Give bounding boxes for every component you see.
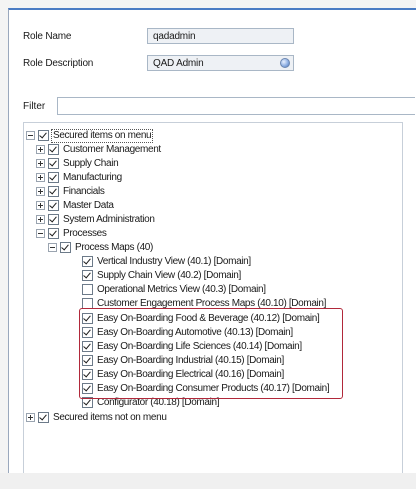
tree-node-label[interactable]: Secured items not on menu: [52, 412, 168, 424]
checkbox-customer-management[interactable]: [48, 144, 59, 155]
tree-node-food-beverage[interactable]: Easy On-Boarding Food & Beverage (40.12)…: [82, 312, 320, 325]
tree-node-label[interactable]: Operational Metrics View (40.3) [Domain]: [96, 284, 267, 296]
checkbox-operational-metrics-view[interactable]: [82, 284, 93, 295]
role-description-label: Role Description: [23, 58, 94, 69]
tree-node-process-maps[interactable]: Process Maps (40): [48, 241, 154, 254]
expand-icon[interactable]: [26, 413, 35, 422]
expand-icon[interactable]: [36, 145, 45, 154]
checkbox-processes[interactable]: [48, 228, 59, 239]
tree-node-manufacturing[interactable]: Manufacturing: [36, 171, 123, 184]
tree-node-label[interactable]: Master Data: [62, 200, 115, 212]
tree-node-label[interactable]: Manufacturing: [62, 172, 123, 184]
tree-node-label[interactable]: Secured items on menu: [50, 128, 154, 143]
tree-node-label[interactable]: Easy On-Boarding Automotive (40.13) [Dom…: [96, 327, 294, 339]
checkbox-automotive[interactable]: [82, 327, 93, 338]
tree-node-master-data[interactable]: Master Data: [36, 199, 115, 212]
tree-node-label[interactable]: System Administration: [62, 214, 156, 226]
tree-node-life-sciences[interactable]: Easy On-Boarding Life Sciences (40.14) […: [82, 340, 303, 353]
filter-input[interactable]: [57, 97, 415, 115]
tree-node-label[interactable]: Financials: [62, 186, 106, 198]
role-name-label: Role Name: [23, 31, 72, 42]
tree-node-customer-engagement-process-maps[interactable]: Customer Engagement Process Maps (40.10)…: [82, 297, 327, 310]
tree-node-electrical[interactable]: Easy On-Boarding Electrical (40.16) [Dom…: [82, 368, 285, 381]
checkbox-secured-on-menu[interactable]: [38, 130, 49, 141]
role-name-field[interactable]: qadadmin: [147, 28, 294, 44]
role-name-row: Role Name qadadmin: [23, 28, 403, 44]
tree-node-label[interactable]: Vertical Industry View (40.1) [Domain]: [96, 256, 252, 268]
checkbox-master-data[interactable]: [48, 200, 59, 211]
checkbox-supply-chain[interactable]: [48, 158, 59, 169]
tree-node-system-administration[interactable]: System Administration: [36, 213, 156, 226]
collapse-icon[interactable]: [26, 131, 35, 140]
tree-node-vertical-industry-view[interactable]: Vertical Industry View (40.1) [Domain]: [82, 255, 252, 268]
collapse-icon[interactable]: [48, 243, 57, 252]
expand-icon[interactable]: [36, 187, 45, 196]
tree-node-label[interactable]: Supply Chain: [62, 158, 119, 170]
expand-icon[interactable]: [36, 159, 45, 168]
tree-node-label[interactable]: Easy On-Boarding Life Sciences (40.14) […: [96, 341, 303, 353]
tree-node-industrial[interactable]: Easy On-Boarding Industrial (40.15) [Dom…: [82, 354, 285, 367]
tree-node-label[interactable]: Easy On-Boarding Food & Beverage (40.12)…: [96, 313, 320, 325]
filter-label: Filter: [23, 101, 46, 112]
checkbox-vertical-industry-view[interactable]: [82, 256, 93, 267]
checkbox-configurator[interactable]: [82, 397, 93, 408]
tree-node-configurator[interactable]: Configurator (40.18) [Domain]: [82, 396, 220, 409]
checkbox-process-maps[interactable]: [60, 242, 71, 253]
checkbox-system-administration[interactable]: [48, 214, 59, 225]
tree-node-label[interactable]: Process Maps (40): [74, 242, 154, 254]
tree-node-label[interactable]: Easy On-Boarding Electrical (40.16) [Dom…: [96, 369, 285, 381]
checkbox-secured-not-on-menu[interactable]: [38, 412, 49, 423]
tree-node-automotive[interactable]: Easy On-Boarding Automotive (40.13) [Dom…: [82, 326, 294, 339]
tree-node-label[interactable]: Customer Engagement Process Maps (40.10)…: [96, 298, 327, 310]
tree-node-label[interactable]: Customer Management: [62, 144, 162, 156]
tree-node-label[interactable]: Easy On-Boarding Industrial (40.15) [Dom…: [96, 355, 285, 367]
bottom-background-strip: [0, 473, 416, 489]
tree-node-label[interactable]: Easy On-Boarding Consumer Products (40.1…: [96, 383, 330, 395]
tree-node-label[interactable]: Supply Chain View (40.2) [Domain]: [96, 270, 242, 282]
checkbox-electrical[interactable]: [82, 369, 93, 380]
tree-node-processes[interactable]: Processes: [36, 227, 108, 240]
role-description-row: Role Description QAD Admin: [23, 55, 403, 71]
tree-node-label[interactable]: Configurator (40.18) [Domain]: [96, 397, 220, 409]
tree-node-financials[interactable]: Financials: [36, 185, 106, 198]
expand-icon[interactable]: [36, 173, 45, 182]
expand-icon[interactable]: [36, 215, 45, 224]
role-description-field[interactable]: QAD Admin: [147, 55, 294, 71]
checkbox-food-beverage[interactable]: [82, 313, 93, 324]
expand-icon[interactable]: [36, 201, 45, 210]
tree-node-consumer-products[interactable]: Easy On-Boarding Consumer Products (40.1…: [82, 382, 330, 395]
checkbox-customer-engagement-process-maps[interactable]: [82, 298, 93, 309]
checkbox-supply-chain-view[interactable]: [82, 270, 93, 281]
translation-globe-icon[interactable]: [280, 58, 290, 68]
checkbox-manufacturing[interactable]: [48, 172, 59, 183]
tree-node-supply-chain[interactable]: Supply Chain: [36, 157, 119, 170]
checkbox-life-sciences[interactable]: [82, 341, 93, 352]
tree-node-label[interactable]: Processes: [62, 228, 108, 240]
checkbox-financials[interactable]: [48, 186, 59, 197]
role-description-value: QAD Admin: [153, 58, 204, 69]
tree-node-supply-chain-view[interactable]: Supply Chain View (40.2) [Domain]: [82, 269, 242, 282]
tree-node-customer-management[interactable]: Customer Management: [36, 143, 162, 156]
checkbox-consumer-products[interactable]: [82, 383, 93, 394]
tree-node-secured-on-menu[interactable]: Secured items on menu: [26, 128, 154, 143]
role-edit-window: Role Name qadadmin Role Description QAD …: [8, 8, 416, 489]
checkbox-industrial[interactable]: [82, 355, 93, 366]
collapse-icon[interactable]: [36, 229, 45, 238]
tree-node-secured-not-on-menu[interactable]: Secured items not on menu: [26, 411, 168, 424]
tree-node-operational-metrics-view[interactable]: Operational Metrics View (40.3) [Domain]: [82, 283, 267, 296]
